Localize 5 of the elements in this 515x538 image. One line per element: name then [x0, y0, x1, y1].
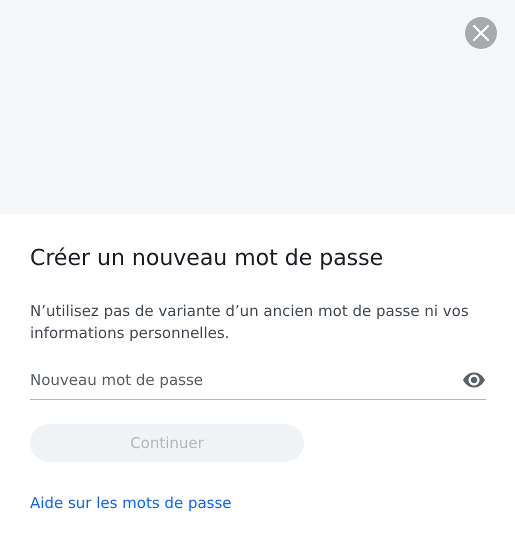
close-icon	[472, 24, 490, 42]
password-field[interactable]: Nouveau mot de passe	[30, 362, 462, 398]
description-text: N’utilisez pas de variante d’un ancien mot de passe ni vos informations personnelles.	[30, 301, 470, 344]
password-help-link[interactable]: Aide sur les mots de passe	[30, 494, 232, 512]
dialog-title: Créer un nouveau mot de passe	[30, 245, 384, 273]
